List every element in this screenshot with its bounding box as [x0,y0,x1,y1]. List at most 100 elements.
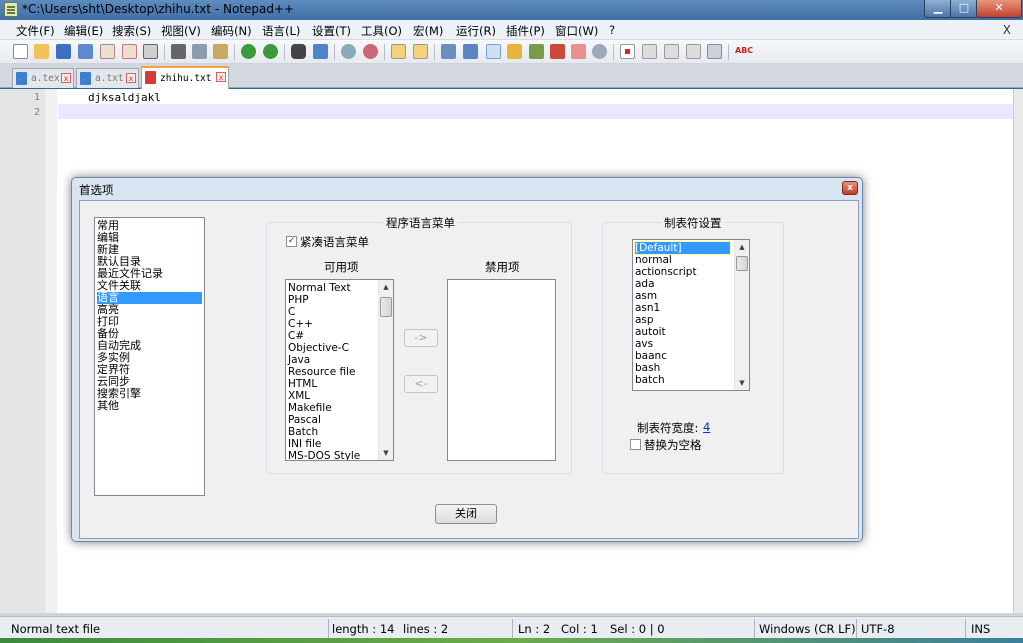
add-language-button[interactable]: -> [404,329,438,347]
tab-close-icon[interactable]: x [216,72,226,82]
list-item[interactable]: C# [288,330,304,342]
menu-window[interactable]: 窗口(W) [555,23,598,39]
list-item[interactable]: Objective-C [288,342,349,354]
stop-record-icon[interactable] [642,44,657,59]
menu-file[interactable]: 文件(F) [16,23,55,39]
list-item[interactable]: Makefile [288,402,332,414]
spellcheck-icon[interactable]: ABC [735,44,753,59]
word-wrap-icon[interactable] [441,44,456,59]
status-insert-mode[interactable]: INS [971,622,990,636]
status-eol[interactable]: Windows (CR LF) [759,622,856,636]
list-item[interactable]: C [288,306,295,318]
available-languages-list[interactable]: Normal Text PHP C C++ C# Objective-C Jav… [285,279,394,461]
sync-horizontal-icon[interactable] [413,44,428,59]
tab-a-tex[interactable]: a.tex x [12,68,74,88]
category-list[interactable]: 常用 编辑 新建 默认目录 最近文件记录 文件关联 语言 高亮 打印 备份 自动… [94,217,205,496]
menu-plugins[interactable]: 插件(P) [506,23,545,39]
editor-vertical-scrollbar[interactable] [1013,89,1023,613]
record-macro-icon[interactable] [620,44,635,59]
tab-a-txt[interactable]: a.txt x [76,68,139,88]
zoom-out-icon[interactable] [363,44,378,59]
menu-macro[interactable]: 宏(M) [413,23,443,39]
redo-icon[interactable] [263,44,278,59]
list-item-selected[interactable]: [Default] [634,241,731,255]
menu-settings[interactable]: 设置(T) [312,23,351,39]
monitor-icon[interactable] [592,44,607,59]
list-scrollbar[interactable]: ▲ ▼ [378,280,393,460]
replace-icon[interactable] [313,44,328,59]
close-all-icon[interactable] [122,44,137,59]
list-item[interactable]: XML [288,390,310,402]
tab-size-value-link[interactable]: 4 [703,420,710,434]
open-file-icon[interactable] [34,44,49,59]
function-list-icon[interactable] [550,44,565,59]
list-item[interactable]: avs [635,338,653,350]
list-item[interactable]: asp [635,314,654,326]
tab-zhihu-txt[interactable]: zhihu.txt x [141,66,229,89]
tab-close-icon[interactable]: x [61,73,71,83]
status-encoding[interactable]: UTF-8 [861,622,895,636]
replace-by-space-checkbox[interactable] [630,439,641,450]
menu-encoding[interactable]: 编码(N) [211,23,252,39]
compact-language-checkbox[interactable]: ✓ [286,236,297,247]
list-item[interactable]: PHP [288,294,309,306]
close-window-button[interactable]: ✕ [976,0,1022,18]
new-file-icon[interactable] [13,44,28,59]
user-language-icon[interactable] [507,44,522,59]
doc-map-icon[interactable] [529,44,544,59]
paste-icon[interactable] [213,44,228,59]
list-item[interactable]: Normal Text [288,282,351,294]
menu-tools[interactable]: 工具(O) [361,23,402,39]
save-macro-icon[interactable] [707,44,722,59]
list-item[interactable]: HTML [288,378,317,390]
tab-language-list[interactable]: [Default] normal actionscript ada asm as… [632,239,750,391]
list-item[interactable]: Java [288,354,310,366]
copy-icon[interactable] [192,44,207,59]
menu-view[interactable]: 视图(V) [161,23,201,39]
list-item[interactable]: asn1 [635,302,660,314]
print-icon[interactable] [143,44,158,59]
menu-help[interactable]: ? [609,23,615,37]
list-item[interactable]: actionscript [635,266,697,278]
remove-language-button[interactable]: <- [404,375,438,393]
list-item[interactable]: Batch [288,426,318,438]
disabled-languages-list[interactable] [447,279,556,461]
dialog-close-icon[interactable]: x [842,181,858,195]
scroll-up-icon[interactable]: ▲ [735,240,749,254]
indent-guide-icon[interactable] [486,44,501,59]
menu-language[interactable]: 语言(L) [262,23,300,39]
show-all-chars-icon[interactable] [463,44,478,59]
undo-icon[interactable] [241,44,256,59]
run-macro-multiple-icon[interactable] [686,44,701,59]
scroll-down-icon[interactable]: ▼ [735,376,749,390]
scroll-thumb[interactable] [380,297,392,317]
menu-search[interactable]: 搜索(S) [112,23,151,39]
sync-vertical-icon[interactable] [391,44,406,59]
list-item[interactable]: MS-DOS Style [288,450,360,460]
close-document-button[interactable]: X [1003,23,1011,37]
close-icon[interactable] [100,44,115,59]
save-all-icon[interactable] [78,44,93,59]
tab-close-icon[interactable]: x [126,73,136,83]
list-item[interactable]: C++ [288,318,313,330]
list-item[interactable]: batch [635,374,665,386]
list-item[interactable]: normal [635,254,672,266]
folder-workspace-icon[interactable] [571,44,586,59]
list-item[interactable]: Resource file [288,366,355,378]
menu-run[interactable]: 运行(R) [456,23,496,39]
zoom-in-icon[interactable] [341,44,356,59]
cut-icon[interactable] [171,44,186,59]
list-item[interactable]: bash [635,362,660,374]
list-item[interactable]: autoit [635,326,666,338]
minimize-button[interactable]: ▁ [924,0,952,18]
list-item[interactable]: asm [635,290,657,302]
find-icon[interactable] [291,44,306,59]
maximize-button[interactable]: □ [950,0,978,18]
menu-edit[interactable]: 编辑(E) [64,23,103,39]
save-icon[interactable] [56,44,71,59]
list-item[interactable]: ada [635,278,655,290]
category-item[interactable]: 其他 [97,400,202,412]
list-item[interactable]: Pascal [288,414,321,426]
close-dialog-button[interactable]: 关闭 [435,504,497,524]
list-item[interactable]: INI file [288,438,321,450]
